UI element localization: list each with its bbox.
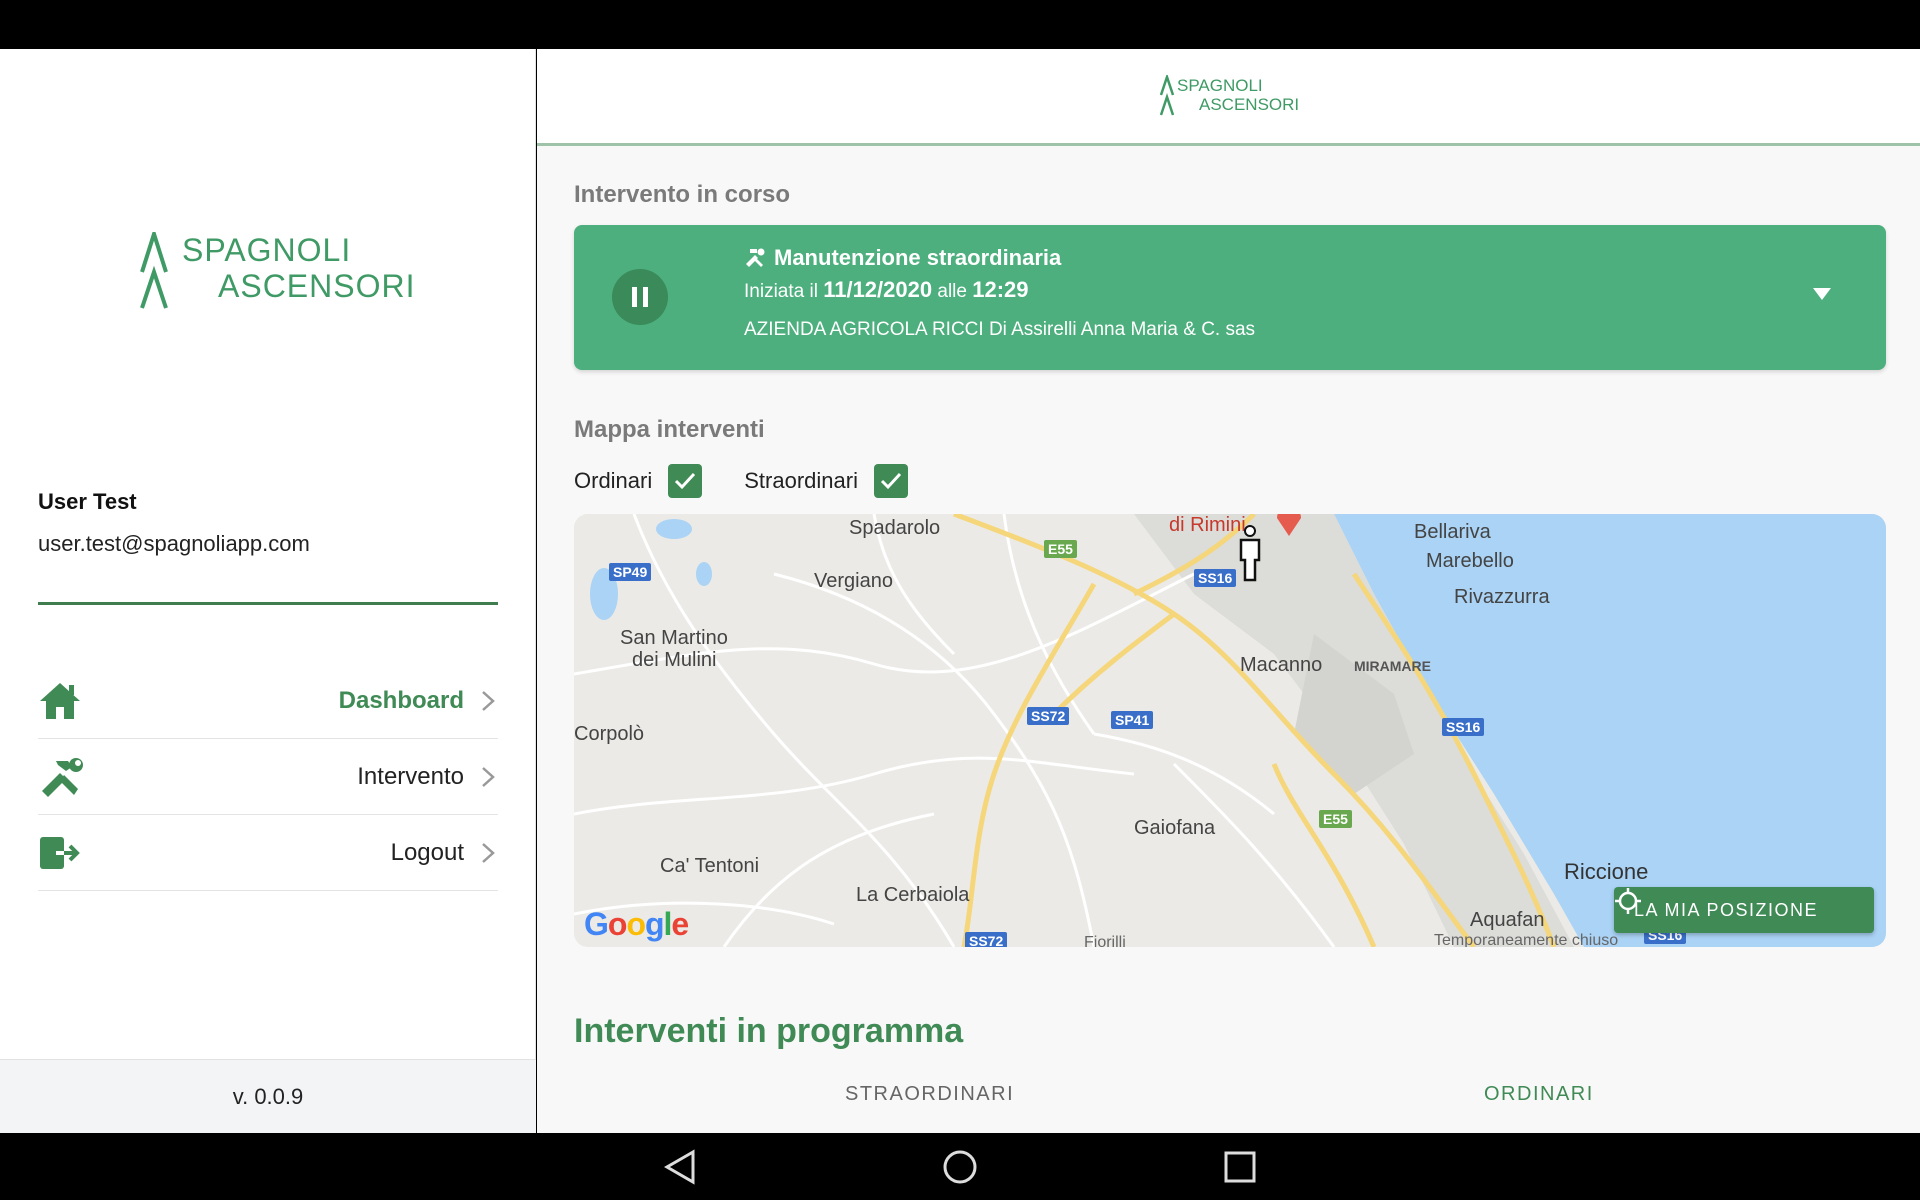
sidebar-logo: SPAGNOLI ASCENSORI [140,232,414,310]
current-intervention-title: Intervento in corso [574,181,791,208]
map-place: Fiorilli [1084,934,1126,947]
recents-square-icon [1224,1151,1256,1183]
main-content: SPAGNOLI ASCENSORI Intervento in corso M… [537,49,1920,1133]
map-place: Ca' Tentoni [660,855,760,877]
filter-straordinari-label: Straordinari [744,468,858,493]
map-place: Rivazzurra [1454,586,1550,608]
person-marker-icon [1239,525,1261,582]
road-shield: E55 [1044,540,1077,558]
my-position-button[interactable]: LA MIA POSIZIONE [1614,887,1874,933]
map-place: Temporaneamente chiuso [1434,932,1619,947]
map-place: Bellariva [1414,521,1491,543]
sidebar: SPAGNOLI ASCENSORI User Test user.test@s… [0,49,536,1133]
road-shield: E55 [1319,810,1352,828]
check-icon [880,472,902,490]
sidebar-item-intervento[interactable]: Intervento [38,739,498,815]
map-place: Vergiano [814,570,893,592]
road-shield: SS16 [1194,569,1237,587]
home-button[interactable] [938,1145,982,1189]
sidebar-item-logout[interactable]: Logout [38,815,498,891]
client-name: AZIENDA AGRICOLA RICCI Di Assirelli Anna… [744,319,1256,340]
recents-button[interactable] [1218,1145,1262,1189]
map-place: dei Mulini [632,649,717,671]
map-place: Aquafan [1470,909,1545,931]
map-place: Corpolò [574,723,645,745]
time-prefix: alle [937,281,967,302]
top-bar: SPAGNOLI ASCENSORI [537,49,1920,146]
status-bar [0,0,1920,49]
map-filters: Ordinari Straordinari [574,464,908,498]
logout-icon [38,830,84,876]
system-nav-bar [0,1133,1920,1200]
road-shield: SP41 [1111,711,1154,729]
road-shield: SS72 [965,932,1008,947]
tab-ordinari[interactable]: ORDINARI [1484,1083,1594,1106]
map-pin-icon[interactable] [1274,514,1304,536]
map-place: Gaiofana [1134,817,1216,839]
user-name: User Test [38,489,137,514]
road-shield: SS16 [1442,718,1485,736]
user-email: user.test@spagnoliapp.com [38,531,310,556]
intervention-start: Iniziata il 11/12/2020 alle 12:29 [744,277,1029,303]
filter-ordinari-checkbox[interactable] [668,464,703,498]
road-shield: SS72 [1027,707,1070,725]
road-shield: SP49 [609,563,652,581]
crosshair-icon [1615,888,1641,914]
map-place: Riccione [1564,859,1649,884]
back-button[interactable] [658,1145,702,1189]
logo-text-line2: ASCENSORI [1199,95,1300,114]
filter-ordinari-label: Ordinari [574,468,653,493]
tools-icon [38,754,84,800]
logo-mark-icon [1159,75,1175,116]
sidebar-item-dashboard[interactable]: Dashboard [38,663,498,739]
intervention-type: Manutenzione straordinaria [744,245,1061,271]
pause-icon [632,287,648,307]
interventions-map[interactable]: Spadarolo di Rimini Bellariva Marebello … [574,514,1886,947]
caret-down-icon[interactable] [1812,287,1832,301]
logo-text-line1: SPAGNOLI [182,232,352,268]
chevron-right-icon [478,765,498,789]
start-date: 11/12/2020 [823,277,933,302]
map-place: Spadarolo [849,517,941,539]
start-time: 12:29 [972,277,1029,302]
map-place: MIRAMARE [1354,658,1431,674]
map-place: Macanno [1240,654,1323,676]
back-triangle-icon [663,1149,695,1185]
start-prefix: Iniziata il [744,281,818,302]
map-section-title: Mappa interventi [574,416,765,443]
map-place: La Cerbaiola [856,884,970,906]
chevron-right-icon [478,689,498,713]
filter-straordinari-checkbox[interactable] [873,464,908,498]
sidebar-menu: Dashboard Intervento Logout [38,663,498,891]
logo-text-line2: ASCENSORI [218,268,416,304]
map-place: Marebello [1426,550,1514,572]
map-place: San Martino [620,627,728,649]
app-version: v. 0.0.9 [0,1059,536,1133]
scheduled-interventions-title: Interventi in programma [574,1012,964,1050]
logo-text-line1: SPAGNOLI [1177,76,1263,95]
user-divider [38,602,498,605]
header-logo: SPAGNOLI ASCENSORI [1159,75,1303,119]
intervention-type-label: Manutenzione straordinaria [774,245,1062,270]
check-icon [675,472,696,490]
tools-icon [746,248,765,267]
tab-straordinari[interactable]: STRAORDINARI [845,1083,1014,1106]
sidebar-item-label: Intervento [357,762,464,790]
chevron-right-icon [478,841,498,865]
home-circle-icon [943,1150,977,1184]
sidebar-item-label: Logout [390,838,464,866]
my-position-label: LA MIA POSIZIONE [1634,899,1819,920]
current-intervention-card[interactable]: Manutenzione straordinaria Iniziata il 1… [574,225,1886,370]
home-icon [38,678,84,724]
pause-button[interactable] [612,269,668,325]
sidebar-item-label: Dashboard [338,686,464,714]
google-attribution: Google [584,906,689,942]
